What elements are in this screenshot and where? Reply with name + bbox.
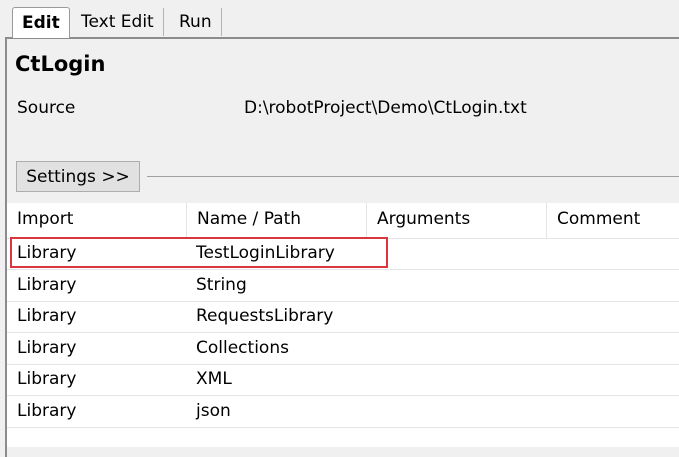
column-header-name-path[interactable]: Name / Path [187,203,367,238]
settings-divider [147,176,679,177]
cell-import[interactable]: Library [17,333,76,364]
cell-import[interactable]: Library [17,270,76,301]
source-path: D:\robotProject\Demo\CtLogin.txt [244,98,527,118]
table-row[interactable]: Library String [7,270,679,302]
column-header-arguments[interactable]: Arguments [367,203,547,238]
table-row[interactable]: Library json [7,396,679,428]
cell-name-path[interactable]: json [196,396,231,427]
table-row[interactable]: Library TestLoginLibrary [7,238,679,270]
table-row[interactable]: Library Collections [7,333,679,365]
cell-import[interactable]: Library [17,238,76,269]
source-label: Source [17,98,76,118]
tab-text-edit[interactable]: Text Edit [72,8,164,36]
tab-edit[interactable]: Edit [12,7,70,38]
table-header: Import Name / Path Arguments Comment [7,203,679,239]
column-header-import[interactable]: Import [7,203,187,238]
settings-toggle-button[interactable]: Settings >> [16,161,140,192]
cell-name-path[interactable]: String [196,270,247,301]
suite-title: CtLogin [15,52,106,76]
cell-name-path[interactable]: RequestsLibrary [196,301,333,332]
cell-import[interactable]: Library [17,301,76,332]
cell-name-path[interactable]: Collections [196,333,289,364]
cell-import[interactable]: Library [17,364,76,395]
table-row[interactable]: Library RequestsLibrary [7,301,679,333]
table-row[interactable]: Library XML [7,364,679,396]
cell-name-path[interactable]: TestLoginLibrary [196,238,335,269]
cell-import[interactable]: Library [17,396,76,427]
cell-name-path[interactable]: XML [196,364,232,395]
column-header-comment[interactable]: Comment [547,203,679,238]
tab-run[interactable]: Run [170,8,222,36]
tab-bar: Edit Text Edit Run [0,0,679,38]
